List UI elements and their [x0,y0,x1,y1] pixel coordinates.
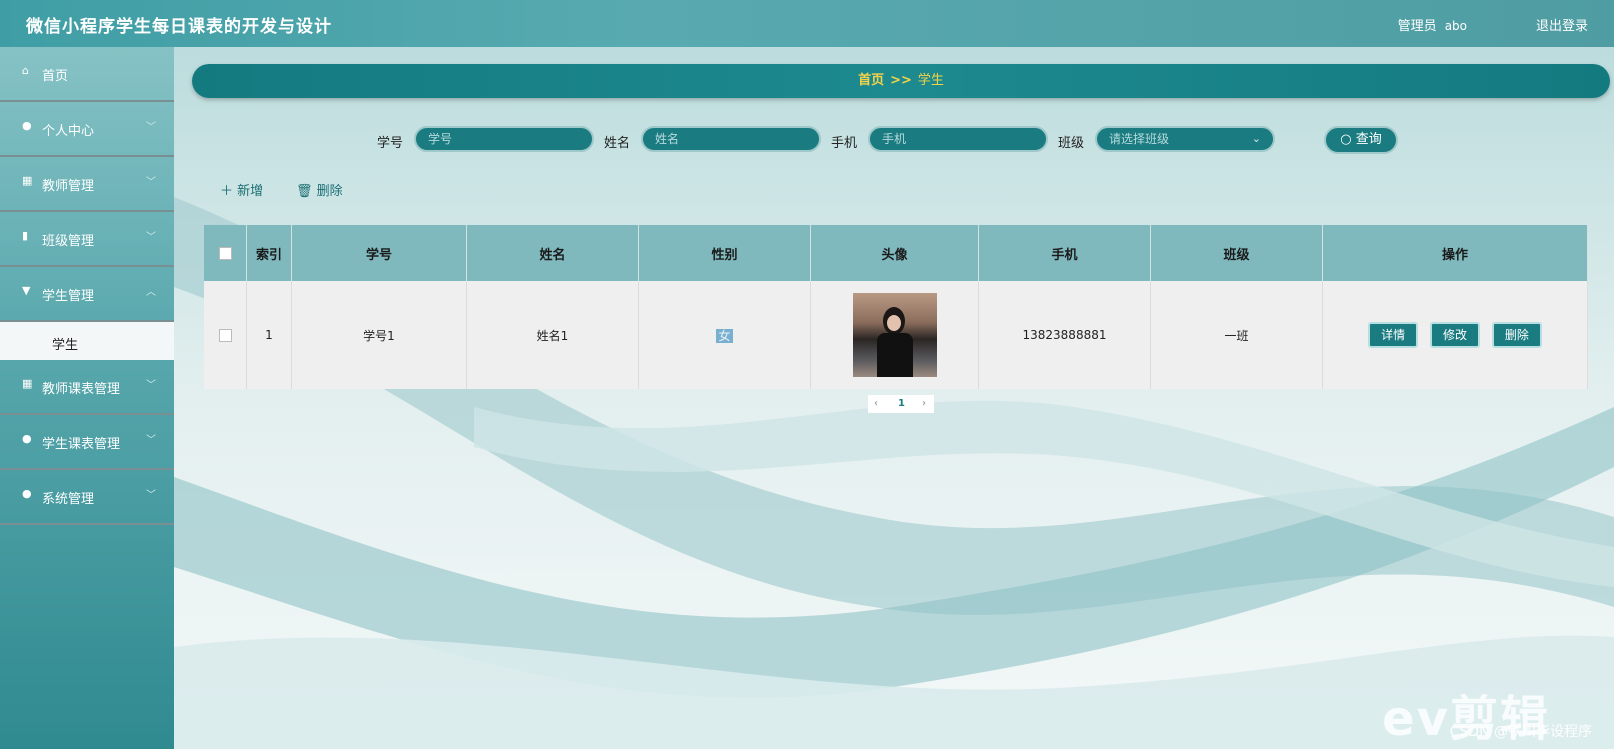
sidebar-item-label: 学生课表管理 [42,437,121,452]
cell-class: 一班 [1150,281,1323,389]
top-header: 微信小程序学生每日课表的开发与设计 管理员 abo 退出登录 [0,0,1614,47]
batch-delete-button[interactable]: 🗑 删除 [296,180,343,199]
table-header-row: 索引 学号 姓名 性别 头像 手机 班级 操作 [204,225,1588,281]
chevron-down-icon: ﹀ [146,232,156,243]
col-gender: 性别 [638,225,811,281]
col-student-id: 学号 [291,225,467,281]
home-icon: ⌂ [22,64,29,77]
sidebar-item-student-schedule[interactable]: ● 学生课表管理 ﹀ [0,415,174,470]
cell-name: 姓名1 [466,281,639,389]
name-label: 姓名 [604,136,631,151]
plus-icon: ＋ [220,184,234,199]
cell-actions: 详情 修改 删除 [1322,281,1588,389]
breadcrumb-home[interactable]: 首页 [858,73,884,88]
sidebar-item-personal[interactable]: ● 个人中心 ﹀ [0,102,174,157]
batch-delete-label: 删除 [316,184,343,199]
class-select[interactable]: 请选择班级 ⌄ [1095,126,1275,152]
sidebar-item-teachers[interactable]: ▦ 教师管理 ﹀ [0,157,174,212]
breadcrumb-current: 学生 [917,73,944,88]
add-button[interactable]: ＋ 新增 [220,180,263,199]
col-actions: 操作 [1322,225,1588,281]
sidebar-item-students[interactable]: ▼ 学生管理 ︿ [0,267,174,322]
select-all-cell [204,225,247,281]
next-page-button[interactable]: › [922,395,926,413]
user-icon: ● [22,119,32,132]
phone-input[interactable]: 手机 [868,126,1048,152]
student-id-label: 学号 [377,136,404,151]
sidebar-item-label: 班级管理 [42,234,95,249]
csdn-watermark: CSDN @铁川毕设程序 [1449,724,1592,740]
sidebar-item-home[interactable]: ⌂ 首页 [0,47,174,102]
pagination: ‹ 1 › [868,395,934,413]
table-row: 1 学号1 姓名1 女 13823888881 一班 详情 修改 删除 [204,281,1588,389]
cell-gender: 女 [638,281,811,389]
col-phone: 手机 [978,225,1151,281]
col-class: 班级 [1150,225,1323,281]
avatar [852,293,937,377]
delete-button[interactable]: 删除 [1491,322,1542,348]
user-info: 管理员 abo [1398,15,1467,34]
sidebar-subitem-student[interactable]: 学生 [0,322,174,360]
detail-button[interactable]: 详情 [1368,322,1419,348]
query-button[interactable]: ○ 查询 [1324,126,1398,154]
row-select-cell [204,281,247,389]
sidebar-item-system[interactable]: ● 系统管理 ﹀ [0,470,174,525]
chevron-down-icon: ﹀ [146,490,156,501]
sidebar-item-label: 学生管理 [42,289,95,304]
prev-page-button[interactable]: ‹ [874,395,878,413]
trash-icon: 🗑 [296,184,313,199]
logout-link[interactable]: 退出登录 [1536,15,1588,34]
cell-phone: 13823888881 [978,281,1151,389]
sidebar: ⌂ 首页 ● 个人中心 ﹀ ▦ 教师管理 ﹀ ▮ 班级管理 ﹀ ▼ 学生管理 ︿… [0,47,174,749]
chevron-down-icon: ﹀ [146,380,156,391]
student-id-input[interactable]: 学号 [414,126,594,152]
sidebar-item-label: 首页 [42,69,69,84]
add-button-label: 新增 [237,184,264,199]
chevron-down-icon: ﹀ [146,435,156,446]
sidebar-item-label: 教师管理 [42,179,95,194]
chart-icon: ▮ [22,229,29,242]
user-icon: ● [22,487,32,500]
sidebar-item-classes[interactable]: ▮ 班级管理 ﹀ [0,212,174,267]
col-name: 姓名 [466,225,639,281]
select-all-checkbox[interactable] [218,246,232,260]
breadcrumb-separator: >> [890,73,912,88]
edit-button[interactable]: 修改 [1430,322,1480,348]
gender-value: 女 [716,328,733,343]
board-icon: ▼ [22,284,31,297]
class-select-placeholder: 请选择班级 [1109,132,1170,146]
cell-student-id: 学号1 [291,281,467,389]
cell-index: 1 [246,281,292,389]
search-bar: 学号 学号 姓名 姓名 手机 手机 班级 请选择班级 ⌄ ○ 查询 [174,124,1614,156]
class-label: 班级 [1058,136,1085,151]
main-content: 首页 >> 学生 学号 学号 姓名 姓名 手机 手机 班级 请选择班级 ⌄ ○ 查询… [174,47,1614,749]
breadcrumb: 首页 >> 学生 [192,64,1610,98]
user-role: 管理员 [1397,19,1437,34]
user-name: abo [1444,19,1467,33]
search-icon: ○ [1340,132,1352,147]
sidebar-item-label: 个人中心 [42,124,95,139]
sidebar-item-teacher-schedule[interactable]: ▦ 教师课表管理 ﹀ [0,360,174,415]
col-avatar: 头像 [810,225,979,281]
page-number[interactable]: 1 [898,395,905,413]
sidebar-item-label: 教师课表管理 [42,382,121,397]
sidebar-subitem-label: 学生 [52,338,79,353]
grid-icon: ▦ [22,377,33,390]
cell-avatar [810,281,979,389]
chevron-down-icon: ﹀ [146,122,156,133]
col-index: 索引 [246,225,292,281]
chevron-down-icon: ⌄ [1251,132,1261,145]
name-input[interactable]: 姓名 [641,126,821,152]
phone-label: 手机 [831,136,858,151]
app-title: 微信小程序学生每日课表的开发与设计 [26,17,332,37]
grid-icon: ▦ [22,174,33,187]
chevron-up-icon: ︿ [146,287,156,298]
row-checkbox[interactable] [218,329,232,342]
chevron-down-icon: ﹀ [146,177,156,188]
sidebar-item-label: 系统管理 [42,492,95,507]
student-table: 索引 学号 姓名 性别 头像 手机 班级 操作 1 学号1 姓名1 女 1382… [204,225,1588,389]
query-button-label: 查询 [1355,132,1382,147]
bulb-icon: ● [22,432,32,445]
